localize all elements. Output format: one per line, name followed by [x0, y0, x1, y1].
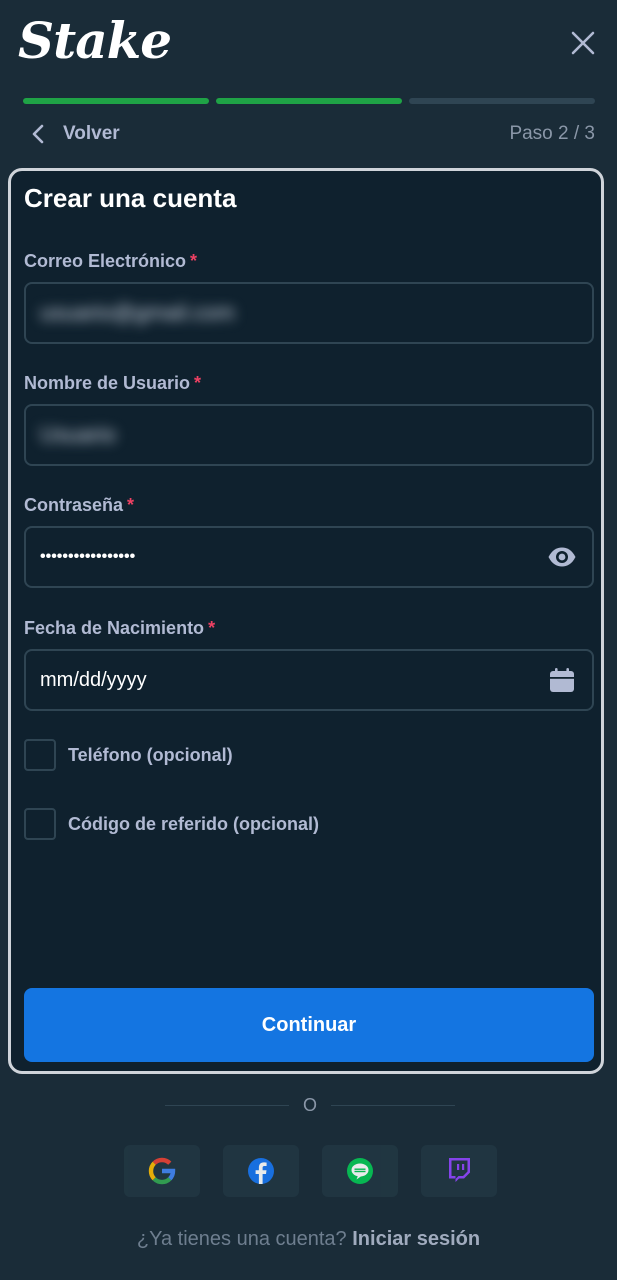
login-question: ¿Ya tienes una cuenta? [136, 1228, 347, 1250]
close-button[interactable] [569, 29, 597, 57]
or-divider: O [165, 1093, 456, 1117]
stake-logo[interactable]: Stake [18, 6, 172, 76]
divider-line [331, 1104, 456, 1106]
email-label: Correo Electrónico * [24, 251, 198, 271]
twitch-icon [449, 1158, 470, 1182]
line-icon [347, 1158, 373, 1184]
password-label: Contraseña * [24, 495, 135, 515]
eye-icon[interactable] [546, 541, 578, 573]
divider-text: O [303, 1094, 318, 1115]
email-value: usuario@gmail.com [40, 300, 235, 325]
username-label: Nombre de Usuario * [24, 373, 202, 393]
required-mark: * [194, 373, 202, 393]
register-card: Crear una cuenta Correo Electrónico * usu… [8, 168, 604, 1074]
progress-bar [23, 98, 595, 104]
progress-step-3 [409, 98, 595, 104]
referral-checkbox-row[interactable]: Código de referido (opcional) [24, 806, 319, 842]
google-icon [148, 1157, 176, 1185]
required-mark: * [208, 618, 216, 638]
required-mark: * [127, 495, 135, 515]
birthdate-label: Fecha de Nacimiento * [24, 618, 216, 638]
password-field[interactable]: ••••••••••••••••• [24, 526, 594, 588]
social-login-row [124, 1145, 497, 1197]
continue-button[interactable]: Continuar [24, 988, 594, 1062]
progress-step-2 [216, 98, 402, 104]
referral-checkbox-label: Código de referido (opcional) [68, 813, 319, 834]
referral-checkbox[interactable] [24, 808, 56, 840]
required-mark: * [190, 251, 198, 271]
calendar-icon[interactable] [546, 664, 578, 696]
login-prompt: ¿Ya tienes una cuenta? Iniciar sesión [0, 1225, 617, 1253]
google-login-button[interactable] [124, 1145, 200, 1197]
header: Stake [0, 0, 617, 86]
login-link[interactable]: Iniciar sesión [352, 1228, 480, 1250]
phone-checkbox-row[interactable]: Teléfono (opcional) [24, 737, 233, 773]
email-field[interactable]: usuario@gmail.com [24, 282, 594, 344]
birthdate-field[interactable]: mm/dd/yyyy [24, 649, 594, 711]
phone-checkbox[interactable] [24, 739, 56, 771]
chevron-left-icon [23, 119, 53, 149]
facebook-login-button[interactable] [223, 1145, 299, 1197]
close-icon [571, 31, 595, 55]
step-navigation: Volver Paso 2 / 3 [23, 118, 595, 150]
username-field[interactable]: Usuario [24, 404, 594, 466]
back-label: Volver [63, 123, 120, 144]
line-login-button[interactable] [322, 1145, 398, 1197]
card-title: Crear una cuenta [24, 183, 237, 213]
progress-step-1 [23, 98, 209, 104]
facebook-icon [248, 1158, 274, 1184]
phone-checkbox-label: Teléfono (opcional) [68, 744, 233, 765]
twitch-login-button[interactable] [421, 1145, 497, 1197]
username-value: Usuario [40, 422, 116, 447]
step-indicator: Paso 2 / 3 [509, 123, 595, 144]
back-button[interactable]: Volver [23, 118, 120, 150]
birthdate-value: mm/dd/yyyy [40, 668, 147, 691]
divider-line [165, 1104, 289, 1106]
password-value: ••••••••••••••••• [40, 548, 136, 565]
